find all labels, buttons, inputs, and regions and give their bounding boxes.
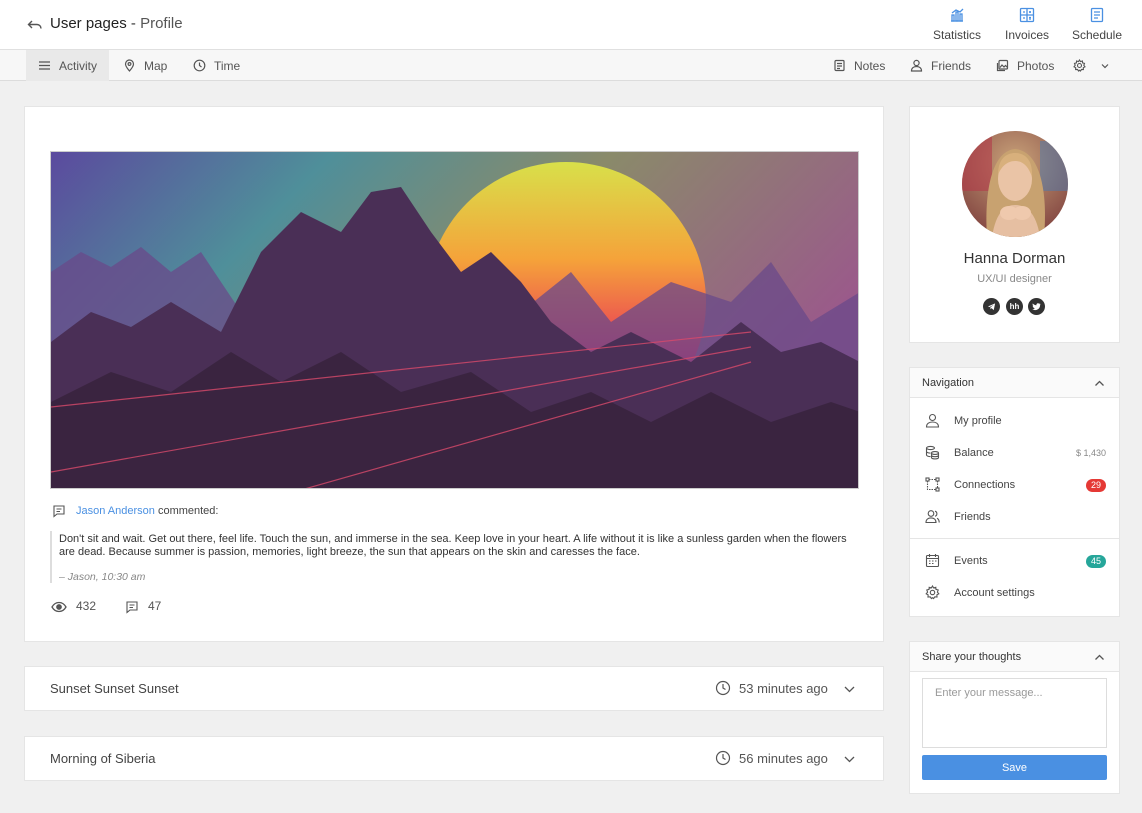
statistics-button[interactable]: Statistics [926,5,988,47]
gear-icon [1073,59,1086,72]
quote-author: – Jason, 10:30 am [59,571,146,583]
back-arrow-icon[interactable] [26,16,44,34]
chevron-down-icon [1101,63,1109,68]
share-panel-header[interactable]: Share your thoughts [910,642,1119,672]
save-button[interactable]: Save [922,755,1107,780]
nav-item-photos[interactable]: Photos [996,50,1054,81]
comment-icon [126,601,138,614]
row-time: 53 minutes ago [739,681,828,696]
nav-item-events[interactable]: Events 45 [910,545,1119,577]
calendar-icon [925,554,940,568]
connections-icon [925,477,940,492]
calendar-icon [1090,7,1104,23]
navigation-panel-header[interactable]: Navigation [910,368,1119,398]
gear-icon [925,585,940,600]
photos-icon [996,59,1009,72]
coins-icon [925,445,940,460]
users-icon [925,510,940,524]
avatar[interactable] [962,131,1068,237]
connections-badge: 29 [1085,479,1106,492]
quote-text: Don't sit and wait. Get out there, feel … [59,533,847,558]
row-title: Sunset Sunset Sunset [50,681,179,696]
clock-icon [715,750,731,766]
navigation-panel: Navigation My profile Balance $ 1,430 Co… [909,367,1120,617]
profile-role: UX/UI designer [977,273,1052,285]
nav-item-account-settings[interactable]: Account settings [910,577,1119,609]
post-image [50,151,859,489]
chevron-up-icon[interactable] [1094,652,1105,663]
nav-item-activity[interactable]: Activity [26,50,109,81]
blockquote: Don't sit and wait. Get out there, feel … [50,531,860,583]
comment-header: Jason Anderson commented: [76,505,219,517]
chevron-down-icon[interactable] [843,753,856,766]
user-icon [925,413,940,428]
row-time: 56 minutes ago [739,751,828,766]
headhunter-icon[interactable]: hh [1006,298,1023,315]
events-badge: 45 [1085,555,1106,568]
twitter-icon[interactable] [1028,298,1045,315]
message-input[interactable] [922,678,1107,748]
map-pin-icon [124,59,135,72]
settings-dropdown[interactable] [1073,50,1118,81]
nav-item-connections[interactable]: Connections 29 [910,469,1119,501]
divider [910,538,1119,539]
clock-icon [715,680,731,696]
schedule-button[interactable]: Schedule [1068,5,1126,47]
statistics-label: Statistics [932,28,981,42]
chart-icon [951,8,964,22]
eye-icon [51,601,67,613]
page-title: User pages - Profile [50,15,183,32]
comment-icon [53,505,65,518]
nav-item-notes[interactable]: Notes [833,50,885,81]
nav-item-friends[interactable]: Friends [910,50,971,81]
menu-icon [39,61,50,70]
balance-value: $ 1,430 [1075,448,1106,458]
nav-item-balance[interactable]: Balance $ 1,430 [910,437,1119,469]
user-icon [910,59,923,72]
panel-title: Share your thoughts [922,651,1022,663]
collapsed-post-row[interactable]: Morning of Siberia 56 minutes ago [24,736,884,781]
invoices-label: Invoices [1004,28,1050,42]
profile-name: Hanna Dorman [963,250,1066,267]
chevron-down-icon[interactable] [843,683,856,696]
nav-item-time[interactable]: Time [193,50,240,81]
comment-author-link[interactable]: Jason Anderson [76,505,155,517]
clock-icon [193,59,206,72]
calculator-icon [1019,7,1035,23]
schedule-label: Schedule [1071,28,1123,42]
nav-item-friends[interactable]: Friends [910,501,1119,533]
panel-title: Navigation [922,377,974,389]
comments-count: 47 [148,599,162,613]
nav-item-my-profile[interactable]: My profile [910,405,1119,437]
views-count: 432 [76,599,97,613]
row-title: Morning of Siberia [50,751,156,766]
notes-icon [834,59,845,72]
invoices-button[interactable]: Invoices [998,5,1056,47]
collapsed-post-row[interactable]: Sunset Sunset Sunset 53 minutes ago [24,666,884,711]
nav-item-map[interactable]: Map [123,50,167,81]
chevron-up-icon[interactable] [1094,378,1105,389]
telegram-icon[interactable] [983,298,1000,315]
